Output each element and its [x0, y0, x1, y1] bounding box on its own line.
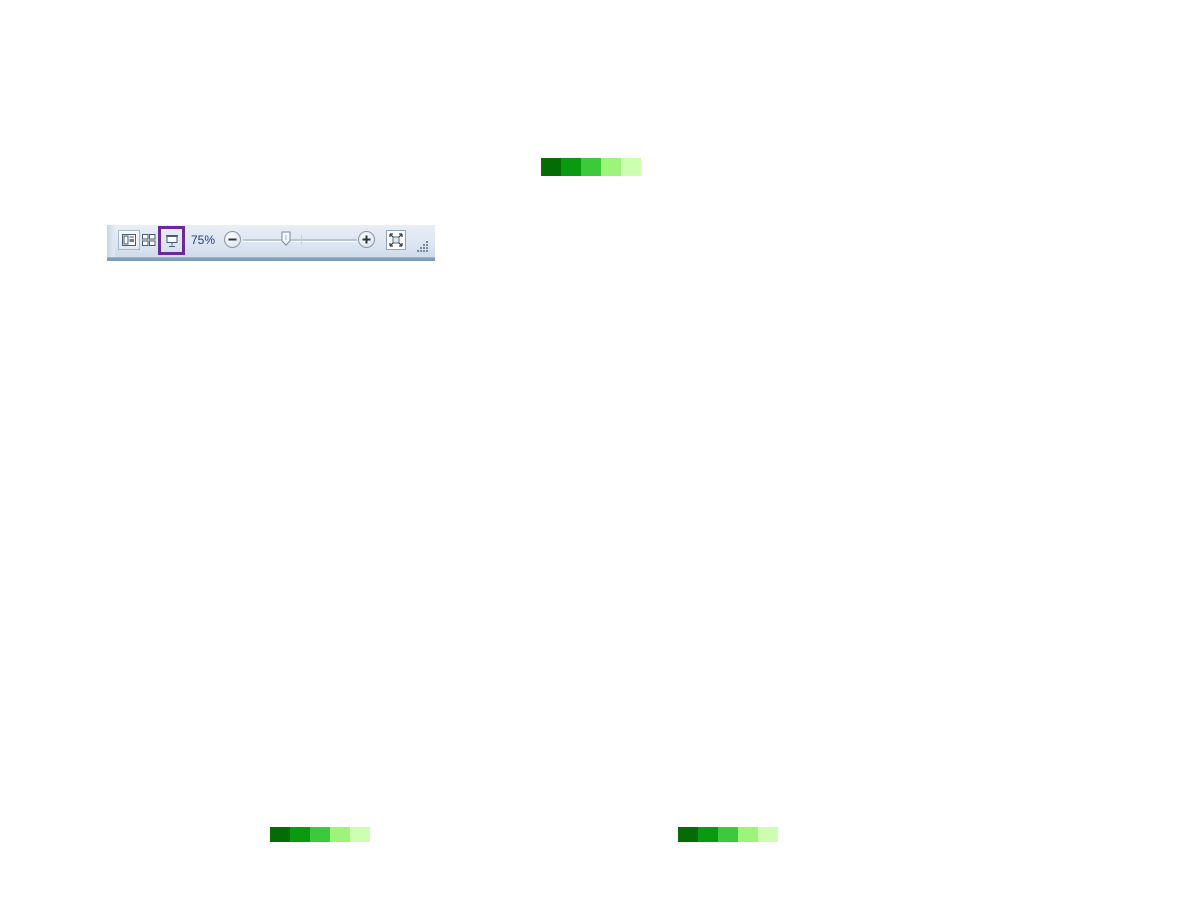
green-gradient-strip-bottom-left [270, 827, 370, 842]
swatch [678, 827, 698, 842]
green-gradient-strip-top [541, 158, 641, 176]
zoom-in-button[interactable] [358, 231, 375, 248]
zoom-slider-center-tick [301, 235, 302, 244]
zoom-out-button[interactable] [224, 231, 241, 248]
normal-view-button[interactable] [118, 230, 140, 250]
zoom-level-label[interactable]: 75% [191, 233, 215, 247]
status-bar-edge [107, 225, 115, 258]
swatch [581, 158, 601, 176]
swatch [290, 827, 310, 842]
status-bar: 75% [107, 225, 435, 261]
zoom-slider-track[interactable] [243, 239, 357, 242]
fit-window-icon [389, 233, 403, 247]
slide-sorter-icon [142, 234, 156, 246]
normal-view-icon [122, 234, 136, 246]
slide-sorter-button[interactable] [138, 230, 160, 250]
swatch [350, 827, 370, 842]
swatch [330, 827, 350, 842]
swatch [698, 827, 718, 842]
fit-to-window-button[interactable] [386, 230, 406, 250]
resize-grip-icon[interactable] [417, 240, 429, 252]
green-gradient-strip-bottom-right [678, 827, 778, 842]
swatch [310, 827, 330, 842]
swatch [738, 827, 758, 842]
slide-show-icon [165, 234, 178, 247]
status-bar-border [107, 257, 435, 258]
swatch [561, 158, 581, 176]
swatch [758, 827, 778, 842]
swatch [601, 158, 621, 176]
swatch [718, 827, 738, 842]
swatch [541, 158, 561, 176]
minus-icon [228, 238, 237, 241]
plus-icon [362, 235, 371, 244]
swatch [270, 827, 290, 842]
slide-show-button[interactable] [158, 226, 185, 255]
zoom-slider-thumb[interactable] [281, 231, 291, 246]
swatch [621, 158, 641, 176]
